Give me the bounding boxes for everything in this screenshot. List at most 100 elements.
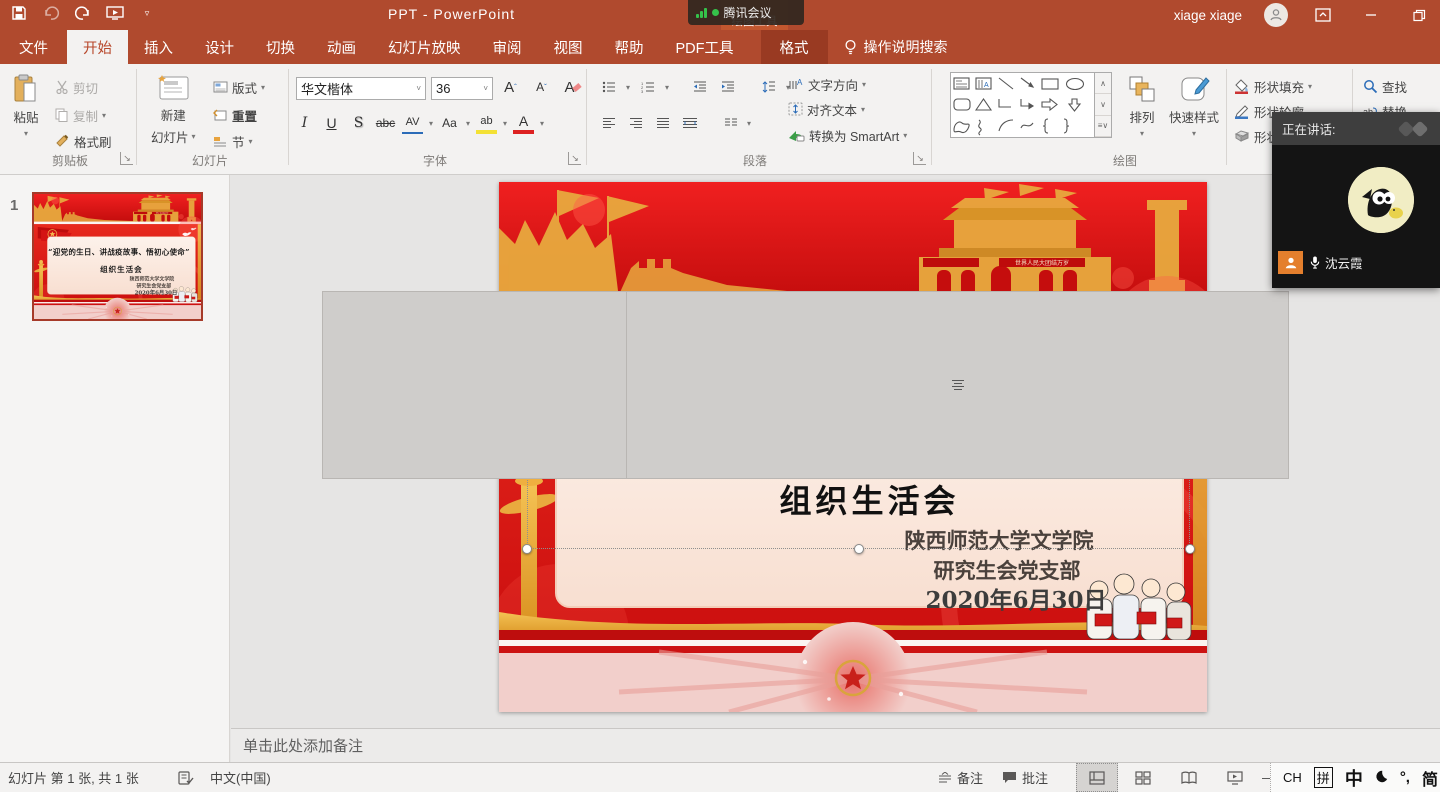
shapes-gallery[interactable]: A	[950, 72, 1095, 138]
save-icon[interactable]	[10, 3, 28, 23]
quick-styles-button[interactable]: 快速样式▾	[1164, 70, 1224, 142]
text-direction-button[interactable]: A 文字方向▾	[788, 73, 866, 95]
language-indicator[interactable]: 中文(中国)	[210, 763, 271, 792]
distribute-button[interactable]	[679, 112, 700, 134]
minimize-button[interactable]	[1358, 2, 1384, 28]
participant-name-tag: 沈云霞	[1304, 251, 1372, 274]
paste-button[interactable]: 粘贴▾	[8, 70, 44, 142]
clipboard-icon	[13, 74, 39, 104]
notes-pane[interactable]: 单击此处添加备注	[231, 728, 1440, 762]
slide-date: 2020年6月30日	[120, 289, 192, 296]
character-spacing-button[interactable]: AV	[402, 112, 423, 134]
arrange-button[interactable]: 排列▾	[1122, 70, 1162, 142]
ime-mode-toggle[interactable]: 中	[1345, 765, 1363, 791]
columns-button[interactable]	[720, 112, 741, 134]
convert-smartart-button[interactable]: 转换为 SmartArt▾	[788, 124, 907, 146]
account-avatar[interactable]	[1264, 3, 1288, 27]
highlight-color-button[interactable]: ab	[476, 112, 497, 134]
align-left-button[interactable]	[598, 112, 619, 134]
italic-button[interactable]: I	[294, 112, 315, 134]
layout-button[interactable]: 版式▾	[213, 76, 265, 98]
slide-sorter-view-button[interactable]	[1122, 763, 1164, 792]
clear-formatting-button[interactable]: A	[562, 76, 583, 98]
clipboard-dialog-launcher[interactable]: ↘	[120, 152, 133, 165]
meeting-video-tile[interactable]: 沈云霞	[1272, 145, 1440, 288]
section-icon	[213, 135, 228, 148]
comment-icon	[1002, 771, 1017, 784]
line-spacing-button[interactable]	[758, 76, 779, 98]
tab-file[interactable]: 文件	[0, 30, 67, 64]
normal-view-button[interactable]	[1076, 763, 1118, 792]
start-slideshow-icon[interactable]	[106, 3, 124, 23]
shadow-button[interactable]: S	[348, 112, 369, 134]
spellcheck-icon[interactable]	[178, 763, 194, 792]
decrease-indent-button[interactable]	[689, 76, 710, 98]
tab-animations[interactable]: 动画	[311, 30, 372, 64]
ime-pinyin-badge[interactable]: 拼	[1314, 767, 1333, 788]
new-slide-button[interactable]: 新建 幻灯片▾	[146, 70, 201, 150]
tab-review[interactable]: 审阅	[477, 30, 538, 64]
svg-text:世界人民大团结万岁: 世界人民大团结万岁	[1015, 259, 1069, 267]
redo-icon[interactable]	[74, 3, 92, 23]
notes-icon	[938, 772, 952, 784]
font-name-combo[interactable]: 华文楷体˅	[296, 77, 426, 100]
notes-placeholder[interactable]: 单击此处添加备注	[243, 735, 363, 756]
tell-me-search[interactable]: 操作说明搜索	[830, 30, 962, 64]
font-color-button[interactable]: A	[513, 112, 534, 134]
bullets-button[interactable]	[598, 76, 619, 98]
change-case-button[interactable]: Aa	[439, 112, 460, 134]
slide-subtitle-2: 研究生会党支部	[116, 282, 192, 289]
numbering-button[interactable]: 123	[637, 76, 658, 98]
restore-button[interactable]	[1406, 2, 1432, 28]
format-painter-button[interactable]: 格式刷	[55, 130, 112, 152]
ime-punctuation-toggle[interactable]: °,	[1400, 769, 1410, 786]
ime-charset-toggle[interactable]: 简	[1422, 766, 1438, 790]
ribbon-display-options-icon[interactable]	[1310, 2, 1336, 28]
reset-button[interactable]: 重置	[213, 104, 257, 126]
paragraph-dialog-launcher[interactable]: ↘	[913, 152, 926, 165]
tab-home[interactable]: 开始	[67, 30, 128, 64]
slide-thumbnail-1[interactable]: 世界人民大团结万岁	[32, 192, 203, 321]
font-dialog-launcher[interactable]: ↘	[568, 152, 581, 165]
align-center-button[interactable]	[626, 291, 1289, 479]
tab-design[interactable]: 设计	[189, 30, 250, 64]
tab-insert[interactable]: 插入	[128, 30, 189, 64]
slide-subtitle-2: 研究生会党支部	[845, 556, 1169, 586]
tab-transitions[interactable]: 切换	[250, 30, 311, 64]
section-button[interactable]: 节▾	[213, 130, 253, 152]
status-bar: 幻灯片 第 1 张, 共 1 张 中文(中国) 备注 批注 — CH 拼 中 °…	[0, 762, 1440, 792]
speaking-label: 正在讲话:	[1282, 119, 1335, 138]
strikethrough-button[interactable]: abc	[375, 112, 396, 134]
account-user-name[interactable]: xiage xiage	[1174, 8, 1242, 23]
tencent-meeting-panel[interactable]: 正在讲话: 沈云霞	[1272, 112, 1440, 288]
tab-help[interactable]: 帮助	[599, 30, 660, 64]
slideshow-view-button[interactable]	[1214, 763, 1256, 792]
ime-fullwidth-icon[interactable]	[1375, 769, 1388, 787]
increase-indent-button[interactable]	[717, 76, 738, 98]
find-button[interactable]: 查找	[1363, 75, 1407, 97]
align-right-button[interactable]	[625, 112, 646, 134]
selection-handle-s[interactable]	[854, 544, 864, 554]
notes-toggle[interactable]: 备注	[938, 763, 983, 792]
ime-language[interactable]: CH	[1283, 770, 1302, 785]
tab-pdf-tools[interactable]: PDF工具	[660, 30, 750, 64]
selection-handle-se[interactable]	[1185, 544, 1195, 554]
tab-format[interactable]: 格式	[761, 30, 828, 64]
grow-font-button[interactable]: Aˆ	[500, 76, 521, 98]
shape-fill-button[interactable]: 形状填充▾	[1234, 75, 1312, 97]
tencent-meeting-pill[interactable]: 腾讯会议	[688, 0, 804, 25]
underline-button[interactable]: U	[321, 112, 342, 134]
shapes-gallery-scroll[interactable]: ∧∨≡∨	[1095, 72, 1112, 138]
tab-slideshow[interactable]: 幻灯片放映	[372, 30, 477, 64]
tab-view[interactable]: 视图	[538, 30, 599, 64]
font-size-combo[interactable]: 36˅	[431, 77, 493, 100]
selection-handle-sw[interactable]	[522, 544, 532, 554]
justify-button[interactable]	[652, 112, 673, 134]
align-text-button[interactable]: 对齐文本▾	[788, 98, 865, 120]
shrink-font-button[interactable]: Aˇ	[531, 76, 552, 98]
comments-toggle[interactable]: 批注	[1002, 763, 1048, 792]
customize-qat-icon[interactable]: ▿	[138, 3, 156, 23]
reading-view-button[interactable]	[1168, 763, 1210, 792]
scissors-icon	[55, 80, 69, 94]
meeting-panel-header[interactable]: 正在讲话:	[1272, 112, 1440, 145]
